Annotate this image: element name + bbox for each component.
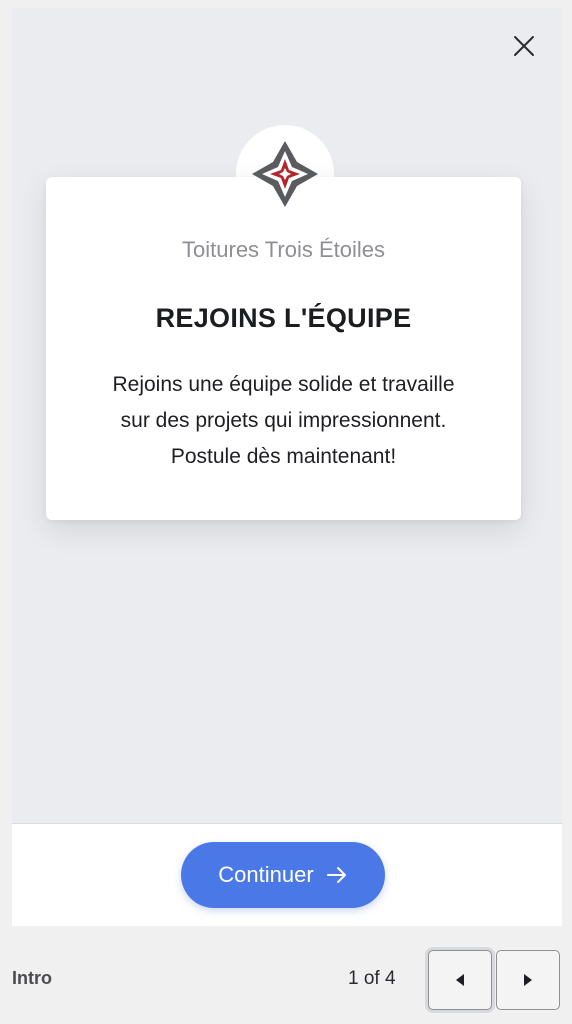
caret-left-icon bbox=[456, 974, 464, 986]
card-body: Rejoins une équipe solide et travaille s… bbox=[76, 367, 491, 475]
arrow-right-icon bbox=[326, 867, 346, 883]
bottom-action-bar: Continuer bbox=[12, 823, 562, 926]
four-point-star-logo bbox=[252, 141, 318, 207]
close-icon bbox=[514, 36, 534, 56]
close-button[interactable] bbox=[510, 32, 538, 60]
info-card: Toitures Trois Étoiles REJOINS L'ÉQUIPE … bbox=[46, 177, 521, 520]
body-line: sur des projets qui impressionnent. bbox=[120, 409, 447, 432]
continue-button[interactable]: Continuer bbox=[181, 842, 385, 908]
continue-label: Continuer bbox=[218, 862, 314, 887]
previous-button[interactable] bbox=[428, 950, 492, 1010]
caret-right-icon bbox=[524, 974, 532, 986]
logo bbox=[236, 125, 334, 223]
footer-label: Intro bbox=[12, 968, 52, 988]
story-frame: Toitures Trois Étoiles REJOINS L'ÉQUIPE … bbox=[12, 8, 562, 926]
company-name: Toitures Trois Étoiles bbox=[182, 237, 385, 262]
page-indicator: 1 of 4 bbox=[348, 968, 396, 989]
card-title: REJOINS L'ÉQUIPE bbox=[155, 303, 412, 333]
body-line: Rejoins une équipe solide et travaille bbox=[112, 373, 455, 396]
body-line: Postule dès maintenant! bbox=[170, 445, 397, 468]
next-button[interactable] bbox=[496, 950, 560, 1010]
